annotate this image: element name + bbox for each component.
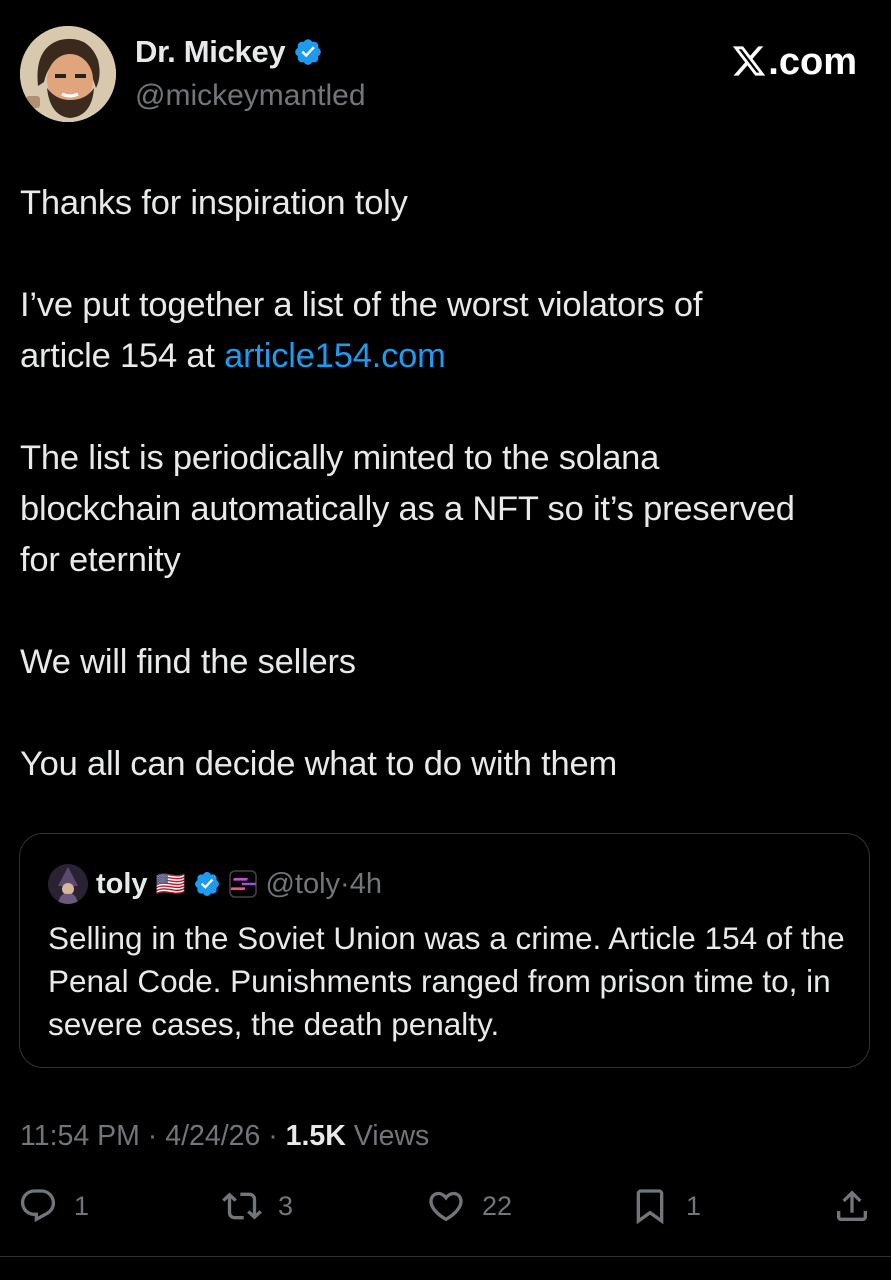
- heart-icon: [429, 1191, 463, 1222]
- post-meta: 11:54 PM · 4/24/26 · 1.5K Views: [20, 1120, 430, 1152]
- brand-domain: .com: [768, 41, 857, 83]
- author-name[interactable]: Dr. Mickey: [135, 34, 286, 70]
- views-label: Views: [353, 1120, 430, 1152]
- quoted-text: Selling in the Soviet Union was a crime.…: [48, 920, 845, 1042]
- quoted-header: toly 🇺🇸 @toly·4h: [48, 864, 382, 904]
- share-button[interactable]: [832, 1186, 872, 1226]
- bookmark-button[interactable]: 1: [630, 1186, 701, 1226]
- post-line: I’ve put together a list of the worst vi…: [20, 286, 703, 324]
- share-icon: [837, 1190, 867, 1221]
- views-count: 1.5K: [285, 1120, 346, 1152]
- action-bar: 1 3 22 1: [0, 1186, 891, 1236]
- author-avatar[interactable]: [20, 26, 116, 122]
- quoted-post[interactable]: toly 🇺🇸 @toly·4h Selling in the Soviet U…: [19, 833, 870, 1068]
- repost-button[interactable]: 3: [222, 1186, 293, 1226]
- reply-icon: [20, 1189, 56, 1223]
- post-time[interactable]: 11:54 PM: [20, 1120, 140, 1152]
- like-count: 22: [482, 1190, 513, 1221]
- article-link[interactable]: article154.com: [224, 337, 446, 375]
- like-button[interactable]: 22: [426, 1186, 512, 1226]
- post-line: The list is periodically minted to the s…: [20, 439, 660, 477]
- author-handle[interactable]: @mickeymantled: [135, 79, 366, 113]
- post-line-with-link: article 154 at article154.com: [20, 331, 880, 382]
- author-name-row[interactable]: Dr. Mickey: [135, 34, 323, 70]
- quoted-avatar[interactable]: [48, 864, 88, 904]
- post-body: Thanks for inspiration toly I’ve put tog…: [20, 178, 880, 790]
- quoted-name[interactable]: toly: [96, 868, 148, 901]
- reply-button[interactable]: 1: [18, 1186, 89, 1226]
- post-line: Thanks for inspiration toly: [20, 184, 408, 222]
- post-line: blockchain automatically as a NFT so it’…: [20, 490, 795, 528]
- post-date[interactable]: 4/24/26: [165, 1120, 260, 1152]
- avatar-portrait-icon: [20, 26, 116, 122]
- reply-count: 1: [74, 1190, 90, 1221]
- x-logo-icon: [733, 46, 766, 76]
- verified-badge-icon: [295, 39, 322, 65]
- repost-count: 3: [278, 1190, 294, 1221]
- post-line: We will find the sellers: [20, 643, 356, 681]
- post-line: You all can decide what to do with them: [20, 745, 617, 783]
- repost-icon: [222, 1192, 262, 1220]
- verified-badge-icon: [195, 872, 220, 896]
- x-brand: .com: [731, 38, 857, 84]
- wizard-avatar-icon: [48, 864, 88, 904]
- affiliate-badge-icon: [229, 870, 258, 898]
- post-line: for eternity: [20, 541, 181, 579]
- quoted-handle[interactable]: @toly·4h: [265, 868, 382, 901]
- post-text: article 154 at: [20, 337, 225, 375]
- flag-icon: 🇺🇸: [155, 870, 186, 898]
- bookmark-count: 1: [686, 1190, 702, 1221]
- bookmark-icon: [636, 1189, 664, 1225]
- divider: [0, 1256, 891, 1257]
